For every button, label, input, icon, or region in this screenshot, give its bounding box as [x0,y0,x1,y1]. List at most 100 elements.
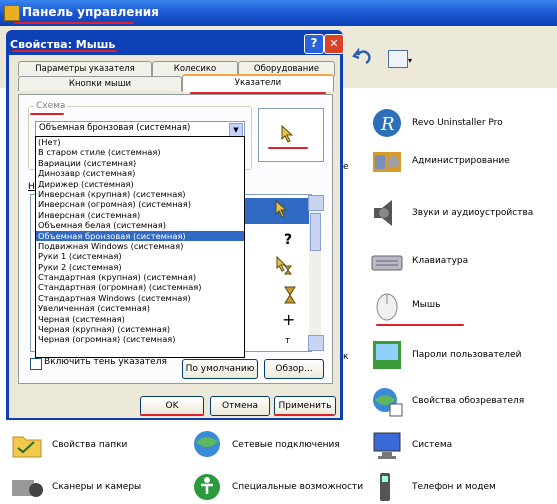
tab-pointer-options[interactable]: Параметры указателя [18,61,152,76]
list-item-label: Мышь [412,300,441,310]
user-passwords-icon [373,341,401,369]
list-item[interactable]: Сетевые подключения [190,428,340,462]
scheme-label: Схема [34,101,68,111]
scheme-option[interactable]: Объемная белая (системная) [36,220,244,230]
views-icon[interactable] [388,50,408,68]
list-item[interactable]: Звуки и аудиоустройства [370,196,533,230]
list-item-label: Телефон и модем [412,482,496,492]
scheme-option[interactable]: Динозавр (системная) [36,168,244,178]
list-item-label: Сетевые подключения [232,440,340,450]
list-item[interactable]: R Revo Uninstaller Pro [370,106,503,140]
normal-select-pointer-icon [275,200,288,218]
scheme-option[interactable]: Увеличенная (системная) [36,303,244,313]
scroll-down-button[interactable] [308,335,324,351]
accessibility-icon [194,474,220,500]
scheme-option[interactable]: Инверсная (огромная) (системная) [36,199,244,209]
pointer-preview [258,108,324,162]
scheme-option[interactable]: Инверсная (системная) [36,210,244,220]
list-item-label: Свойства обозревателя [412,396,525,406]
list-item[interactable]: Мышь [370,288,440,322]
customize-label-fragment: Н [28,182,35,192]
scheme-option[interactable]: Подвижная Windows (системная) [36,241,244,251]
list-item-label: Специальные возможности [232,482,364,492]
annotation-underline [14,22,134,24]
default-button[interactable]: По умолчанию [182,359,258,379]
list-item[interactable]: Система [370,428,452,462]
control-panel-title: Панель управления [22,5,159,19]
text-select-pointer-icon: т [285,336,291,346]
scheme-option[interactable]: В старом стиле (системная) [36,147,244,157]
undo-icon[interactable] [352,48,372,68]
annotation-underline [12,50,117,52]
scheme-option[interactable]: Черная (огромная) (системная) [36,334,244,344]
system-icon [373,432,401,459]
list-item-label: Система [412,440,453,450]
scheme-select-value: Объемная бронзовая (системная) [39,123,191,133]
list-item[interactable]: Свойства папки [10,428,127,462]
speaker-icon [374,200,392,226]
browse-button[interactable]: Обзор... [264,359,324,379]
help-select-pointer-icon: ? [284,232,293,248]
list-item[interactable]: Свойства обозревателя [370,384,524,418]
list-item[interactable]: Телефон и модем [370,470,496,504]
scheme-option[interactable]: Руки 2 (системная) [36,262,244,272]
administration-icon [373,152,401,172]
list-item[interactable]: Клавиатура [370,244,468,278]
list-item[interactable]: Пароли пользователей [370,338,521,372]
scheme-option[interactable]: (Нет) [36,137,244,147]
scanner-camera-icon [12,480,43,497]
list-item-label: Сканеры и камеры [52,482,142,492]
scheme-option[interactable]: Руки 1 (системная) [36,251,244,261]
scheme-option[interactable]: Стандартная (крупная) (системная) [36,272,244,282]
list-item-label: Администрирование [412,156,510,166]
scroll-thumb[interactable] [310,213,321,251]
close-button[interactable]: ✕ [324,34,344,54]
scheme-option[interactable]: Стандартная Windows (системная) [36,293,244,303]
annotation-underline [376,324,464,326]
scheme-option[interactable]: Вариации (системная) [36,158,244,168]
scroll-up-button[interactable] [308,195,324,211]
help-button[interactable]: ? [304,34,324,54]
hidden-item-label-fragment: е [343,162,349,172]
cancel-button[interactable]: Отмена [210,396,270,416]
list-item[interactable]: Администрирование [370,144,510,178]
scheme-option[interactable]: Стандартная (огромная) (системная) [36,282,244,292]
annotation-underline [30,113,64,115]
pointer-list-scrollbar[interactable] [308,195,324,351]
scheme-option[interactable]: Дирижер (системная) [36,179,244,189]
apply-button[interactable]: Применить [274,396,336,416]
internet-options-icon [373,388,403,417]
list-item-label: Звуки и аудиоустройства [412,208,534,218]
folder-icon [12,436,42,458]
list-item-label: Свойства папки [52,440,128,450]
annotation-underline [140,414,204,416]
busy-hourglass-icon [284,286,296,304]
ok-button[interactable]: OK [140,396,204,416]
working-background-pointer-icon [276,256,292,275]
shadow-checkbox-label: Включить тень указателя [44,357,167,367]
list-item-label: Revo Uninstaller Pro [412,118,503,128]
scheme-select[interactable]: Объемная бронзовая (системная) ▼ [35,121,245,137]
scheme-dropdown-list[interactable]: (Нет) В старом стиле (системная) Вариаци… [35,136,245,358]
pointer-preview-arrow-icon [281,125,294,143]
list-item[interactable]: Сканеры и камеры [10,470,141,504]
hidden-item-label-fragment: к [343,352,349,362]
network-connections-icon [194,431,220,457]
scheme-option[interactable]: Черная (крупная) (системная) [36,324,244,334]
mouse-icon [376,293,398,321]
tab-pointers[interactable]: Указатели [182,74,334,92]
shadow-checkbox[interactable] [30,358,42,370]
views-dropdown-arrow-icon[interactable]: ▾ [408,56,412,65]
chevron-down-icon[interactable]: ▼ [229,123,243,137]
scheme-option[interactable]: Инверсная (крупная) (системная) [36,189,244,199]
keyboard-icon [371,255,403,271]
svg-text:R: R [380,114,395,135]
annotation-underline [274,414,334,416]
annotation-underline [268,147,308,149]
scheme-option-selected[interactable]: Объемная бронзовая (системная) [36,230,244,241]
list-item[interactable]: Специальные возможности [190,470,363,504]
tab-buttons[interactable]: Кнопки мыши [18,76,182,91]
scheme-option[interactable]: Черная (системная) [36,314,244,324]
precision-select-crosshair-icon: + [282,310,296,329]
list-item-label: Клавиатура [412,256,469,266]
